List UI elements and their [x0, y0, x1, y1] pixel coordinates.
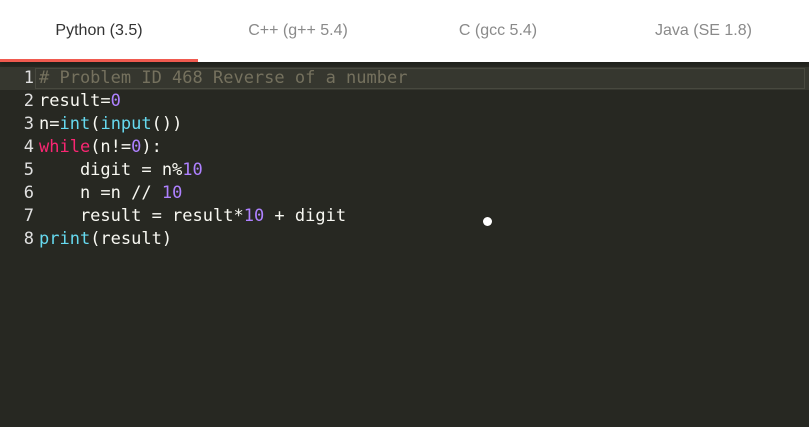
code-text[interactable]: print(result)	[39, 228, 172, 251]
code-token: (result)	[90, 229, 173, 249]
tab-c[interactable]: C (gcc 5.4)	[398, 0, 598, 62]
code-line-2[interactable]: 2 result=0	[0, 90, 809, 113]
code-token: result = result*	[39, 206, 244, 226]
code-line-3[interactable]: 3 n=int(input())	[0, 113, 809, 136]
code-line-8[interactable]: 8 print(result)	[0, 228, 809, 251]
code-text[interactable]: n=int(input())	[39, 113, 182, 136]
tab-python-label: Python (3.5)	[55, 22, 143, 39]
number-token: 10	[161, 183, 183, 203]
language-tab-bar: Python (3.5) C++ (g++ 5.4) C (gcc 5.4) J…	[0, 0, 809, 62]
number-token: 10	[182, 160, 203, 180]
code-text[interactable]: n =n // 10	[39, 182, 182, 205]
number-token: 0	[131, 137, 142, 157]
code-text[interactable]: result = result*10 + digit	[39, 205, 346, 228]
code-text[interactable]: result=0	[39, 90, 121, 113]
builtin-token: print	[39, 229, 91, 249]
tab-python[interactable]: Python (3.5)	[0, 0, 198, 62]
code-editor[interactable]: 1 # Problem ID 468 Reverse of a number 2…	[0, 67, 809, 427]
tab-cpp-label: C++ (g++ 5.4)	[248, 22, 348, 39]
tab-java[interactable]: Java (SE 1.8)	[598, 0, 809, 62]
code-token: result=	[39, 91, 111, 111]
tab-c-label: C (gcc 5.4)	[458, 22, 538, 39]
code-token: digit = n%	[39, 160, 183, 180]
line-number: 7	[23, 206, 34, 226]
code-token: (	[90, 114, 101, 134]
code-line-4[interactable]: 4 while(n!=0):	[0, 136, 809, 159]
keyword-token: while	[39, 137, 91, 157]
code-token: n =n //	[39, 183, 162, 203]
line-number: 4	[23, 137, 34, 157]
builtin-token: input	[100, 114, 152, 134]
code-line-7[interactable]: 7 result = result*10 + digit	[0, 205, 809, 228]
code-token: ):	[141, 137, 162, 157]
comment-token: # Problem ID 468 Reverse of a number	[39, 68, 408, 88]
line-number: 1	[23, 68, 34, 88]
builtin-token: int	[59, 114, 91, 134]
number-token: 0	[110, 91, 121, 111]
line-number: 3	[23, 114, 34, 134]
code-token: ())	[151, 114, 183, 134]
line-number: 2	[23, 91, 34, 111]
tab-cpp[interactable]: C++ (g++ 5.4)	[198, 0, 398, 62]
code-token: + digit	[264, 206, 347, 226]
code-line-1[interactable]: 1 # Problem ID 468 Reverse of a number	[0, 67, 809, 90]
line-number: 5	[23, 160, 34, 180]
mouse-cursor-dot	[483, 217, 492, 226]
code-text[interactable]: while(n!=0):	[39, 136, 162, 159]
line-number: 6	[23, 183, 34, 203]
code-token: (n!=	[90, 137, 132, 157]
line-number: 8	[23, 229, 34, 249]
code-line-6[interactable]: 6 n =n // 10	[0, 182, 809, 205]
code-text[interactable]: # Problem ID 468 Reverse of a number	[39, 67, 407, 90]
code-text[interactable]: digit = n%10	[39, 159, 203, 182]
code-line-5[interactable]: 5 digit = n%10	[0, 159, 809, 182]
code-token: n=	[39, 114, 60, 134]
tab-java-label: Java (SE 1.8)	[655, 22, 752, 39]
number-token: 10	[243, 206, 265, 226]
